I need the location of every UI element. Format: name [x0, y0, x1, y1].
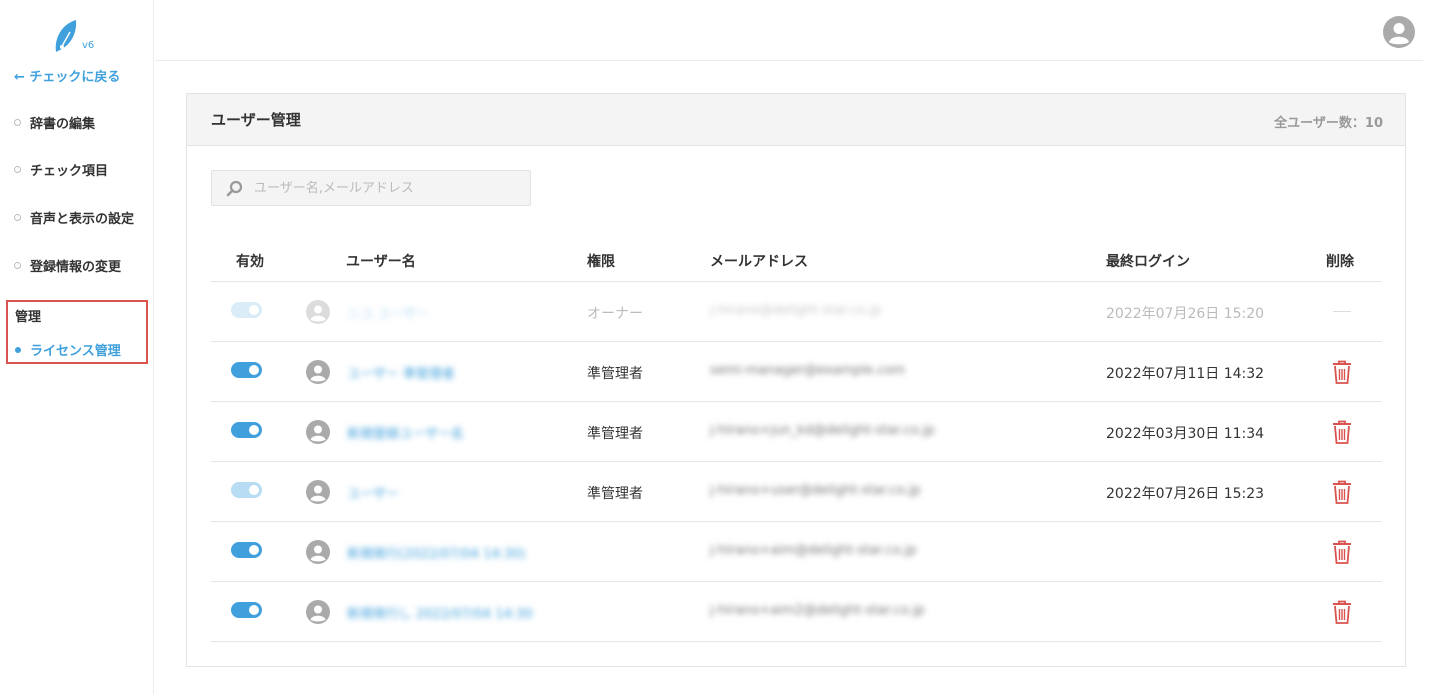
table-row: ユーザー 準管理者 準管理者 semi-manager@example.com … [211, 342, 1382, 402]
bullet-icon [14, 214, 21, 221]
last-login-cell: 2022年07月11日 14:32 [1106, 366, 1265, 382]
sidebar-item-audio-display[interactable]: 音声と表示の設定 [14, 208, 134, 227]
leaf-logo-icon[interactable] [52, 18, 102, 58]
column-role[interactable]: 権限 [587, 251, 615, 271]
username-link[interactable]: ユーザー [347, 483, 399, 502]
search-icon [226, 180, 243, 197]
sidebar-item-label: 音声と表示の設定 [30, 212, 135, 227]
trash-icon[interactable] [1330, 479, 1354, 505]
no-delete-dash [1333, 311, 1351, 312]
table-row: 新規発行(2022/07/04 14:30) j-hirano+aim@deli… [211, 522, 1382, 582]
column-delete: 削除 [1326, 254, 1354, 270]
column-email[interactable]: メールアドレス [710, 251, 808, 271]
top-bar [155, 0, 1423, 61]
enabled-toggle[interactable] [231, 542, 262, 558]
email-cell: semi-manager@example.com [710, 363, 906, 378]
sidebar-item-label: 辞書の編集 [30, 117, 96, 132]
trash-icon[interactable] [1330, 359, 1354, 385]
username-link[interactable]: ユーザー 準管理者 [347, 363, 455, 382]
sidebar-item-dictionary[interactable]: 辞書の編集 [14, 113, 95, 132]
trash-icon[interactable] [1330, 599, 1354, 625]
user-management-panel: ユーザー管理 全ユーザー数：10 有効 ユーザー名 権限 メールアドレス 最終ロ… [186, 93, 1406, 667]
email-cell: j-hirano+aim2@delight-star.co.jp [710, 603, 925, 618]
sidebar-item-check-items[interactable]: チェック項目 [14, 160, 108, 179]
username-link[interactable]: 新規登録ユーザー名 [347, 423, 464, 442]
username-link[interactable]: ニコ ユーザー [347, 303, 429, 322]
panel-header: ユーザー管理 全ユーザー数：10 [187, 94, 1405, 146]
email-cell: j-hirano@delight-star.co.jp [710, 303, 882, 318]
role-cell: 準管理者 [587, 486, 643, 502]
sidebar-item-label: チェック項目 [30, 164, 109, 179]
email-cell: j-hirano+aim@delight-star.co.jp [710, 543, 917, 558]
user-avatar-icon [306, 360, 330, 384]
user-avatar-icon [306, 420, 330, 444]
last-login-cell: 2022年07月26日 15:23 [1106, 486, 1265, 502]
enabled-toggle[interactable] [231, 362, 262, 378]
column-enabled: 有効 [236, 254, 264, 270]
role-cell: 準管理者 [587, 426, 643, 442]
enabled-toggle[interactable] [231, 422, 262, 438]
back-to-check-link[interactable]: ← チェックに戻る [14, 66, 120, 85]
column-last-login[interactable]: 最終ログイン [1106, 251, 1190, 271]
role-cell: 準管理者 [587, 366, 643, 382]
users-table: 有効 ユーザー名 権限 メールアドレス 最終ログイン 削除 ニコ ユーザー オー… [211, 234, 1382, 642]
user-count: 全ユーザー数：10 [1274, 116, 1383, 131]
search-box [211, 170, 531, 206]
trash-icon[interactable] [1330, 419, 1354, 445]
bullet-icon [14, 119, 21, 126]
sidebar-item-label: 登録情報の変更 [30, 260, 122, 275]
table-row: ユーザー 準管理者 j-hirano+user@delight-star.co.… [211, 462, 1382, 522]
column-username[interactable]: ユーザー名 [346, 251, 416, 271]
table-row: 新規登録ユーザー名 準管理者 j-hirano+jun_kd@delight-s… [211, 402, 1382, 462]
username-link[interactable]: 新規発行し 2022/07/04 14:30 [347, 603, 533, 622]
sidebar: v6 ← チェックに戻る 辞書の編集 チェック項目 音声と表示の設定 登録情報の… [0, 0, 154, 694]
sidebar-item-registration[interactable]: 登録情報の変更 [14, 256, 121, 275]
username-link[interactable]: 新規発行(2022/07/04 14:30) [347, 543, 526, 562]
search-input[interactable] [254, 171, 524, 205]
email-cell: j-hirano+user@delight-star.co.jp [710, 483, 921, 498]
sidebar-item-label: ライセンス管理 [30, 344, 121, 359]
page-title: ユーザー管理 [211, 111, 301, 129]
active-bullet-icon [15, 346, 21, 353]
email-cell: j-hirano+jun_kd@delight-star.co.jp [710, 423, 935, 438]
trash-icon[interactable] [1330, 539, 1354, 565]
user-avatar-icon [306, 480, 330, 504]
enabled-toggle[interactable] [231, 602, 262, 618]
sidebar-item-license-management[interactable]: ライセンス管理 [15, 340, 121, 359]
enabled-toggle[interactable] [231, 482, 262, 498]
last-login-cell: 2022年07月26日 15:20 [1106, 306, 1265, 322]
admin-section-title: 管理 [15, 310, 42, 325]
last-login-cell: 2022年03月30日 11:34 [1106, 426, 1265, 442]
table-row: 新規発行し 2022/07/04 14:30 j-hirano+aim2@del… [211, 582, 1382, 642]
version-label: v6 [82, 40, 95, 51]
enabled-toggle [231, 302, 262, 318]
admin-section: 管理 ライセンス管理 [6, 300, 148, 364]
table-row: ニコ ユーザー オーナー j-hirano@delight-star.co.jp… [211, 282, 1382, 342]
bullet-icon [14, 262, 21, 269]
table-header: 有効 ユーザー名 権限 メールアドレス 最終ログイン 削除 [211, 234, 1382, 282]
bullet-icon [14, 166, 21, 173]
user-avatar-icon[interactable] [1383, 16, 1415, 48]
user-avatar-icon [306, 600, 330, 624]
role-cell: オーナー [587, 306, 643, 322]
user-avatar-icon [306, 300, 330, 324]
user-avatar-icon [306, 540, 330, 564]
